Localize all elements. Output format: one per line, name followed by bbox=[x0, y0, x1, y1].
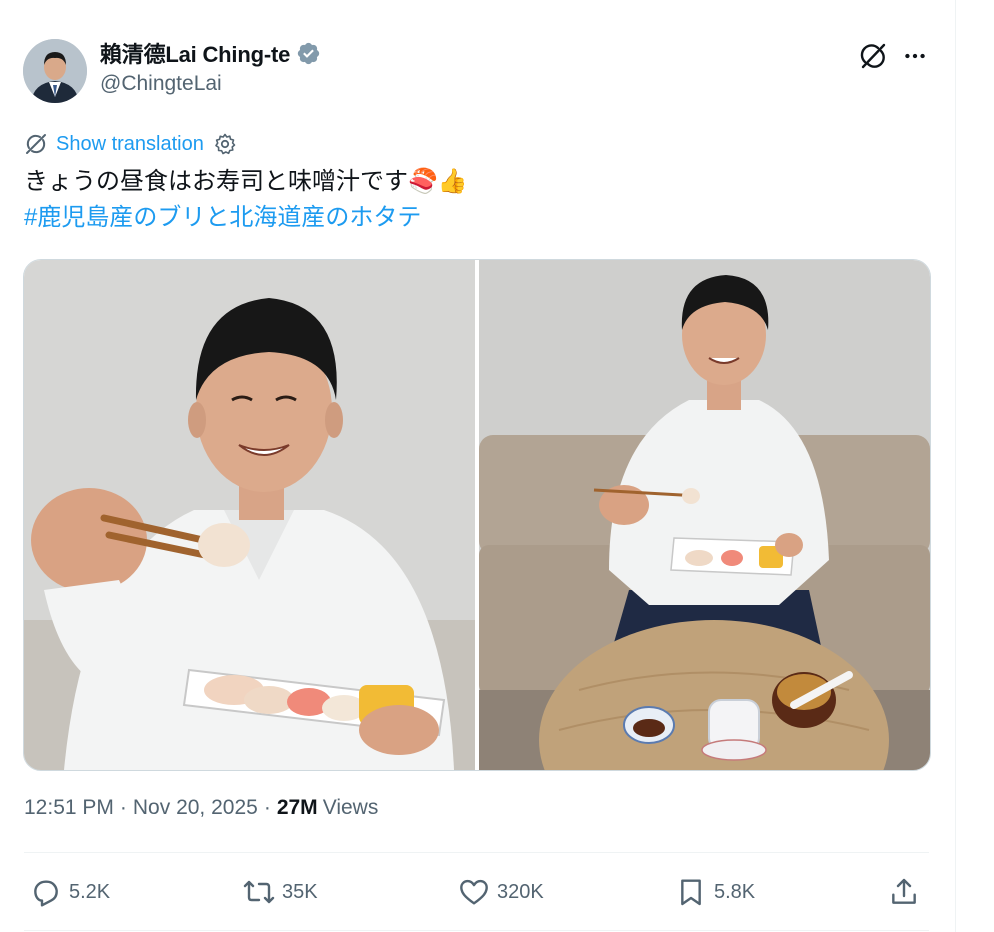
like-count: 320K bbox=[497, 880, 544, 903]
verified-badge-icon[interactable] bbox=[296, 41, 321, 66]
bookmark-count: 5.8K bbox=[714, 880, 756, 903]
divider bbox=[24, 930, 929, 931]
grok-button[interactable] bbox=[857, 40, 889, 72]
photo-1[interactable] bbox=[24, 260, 475, 770]
avatar[interactable] bbox=[23, 39, 87, 103]
hashtag-link[interactable]: #鹿児島産のブリと北海道産のホタテ bbox=[24, 200, 421, 236]
show-translation-link[interactable]: Show translation bbox=[56, 133, 204, 156]
repost-button[interactable]: 35K bbox=[243, 870, 318, 914]
photo-2[interactable] bbox=[479, 260, 930, 770]
photo-man-on-sofa bbox=[479, 260, 930, 770]
author-handle[interactable]: @ChingteLai bbox=[100, 72, 222, 96]
bookmark-button[interactable]: 5.8K bbox=[675, 870, 755, 914]
repost-count: 35K bbox=[282, 880, 318, 903]
translation-row: Show translation bbox=[24, 130, 237, 158]
tweet: 賴清德Lai Ching-te @ChingteLai Show transla… bbox=[0, 0, 955, 932]
views-label: Views bbox=[322, 796, 379, 819]
repost-icon bbox=[243, 880, 275, 904]
tweet-text: きょうの昼食はお寿司と味噌汁です🍣👍 bbox=[24, 168, 468, 195]
action-bar: 5.2K 35K 320K 5.8K bbox=[24, 870, 929, 914]
reply-count: 5.2K bbox=[69, 880, 111, 903]
grok-icon bbox=[860, 43, 886, 69]
display-name[interactable]: 賴清德Lai Ching-te bbox=[100, 37, 290, 69]
author-name-row[interactable]: 賴清德Lai Ching-te bbox=[100, 38, 321, 68]
more-icon bbox=[905, 53, 925, 59]
views-count: 27M bbox=[276, 796, 318, 819]
media-grid bbox=[23, 259, 931, 771]
meta-separator: · bbox=[119, 796, 127, 819]
avatar-photo bbox=[23, 39, 87, 103]
gear-icon[interactable] bbox=[213, 132, 237, 156]
share-icon bbox=[892, 878, 916, 904]
like-icon bbox=[460, 879, 488, 905]
tweet-meta: 12:51 PM · Nov 20, 2025 · 27M Views bbox=[24, 796, 378, 820]
reply-icon bbox=[34, 880, 58, 907]
photo-man-holding-sushi bbox=[24, 260, 475, 770]
reply-button[interactable]: 5.2K bbox=[30, 870, 110, 914]
like-button[interactable]: 320K bbox=[458, 870, 544, 914]
translate-icon bbox=[26, 134, 46, 154]
share-button[interactable] bbox=[888, 870, 920, 914]
bookmark-icon bbox=[681, 879, 701, 906]
column-divider bbox=[955, 0, 956, 932]
tweet-time[interactable]: 12:51 PM bbox=[24, 796, 114, 820]
more-options-button[interactable] bbox=[899, 40, 931, 72]
meta-separator: · bbox=[263, 796, 271, 819]
tweet-date[interactable]: Nov 20, 2025 bbox=[133, 796, 258, 820]
divider bbox=[24, 852, 929, 853]
